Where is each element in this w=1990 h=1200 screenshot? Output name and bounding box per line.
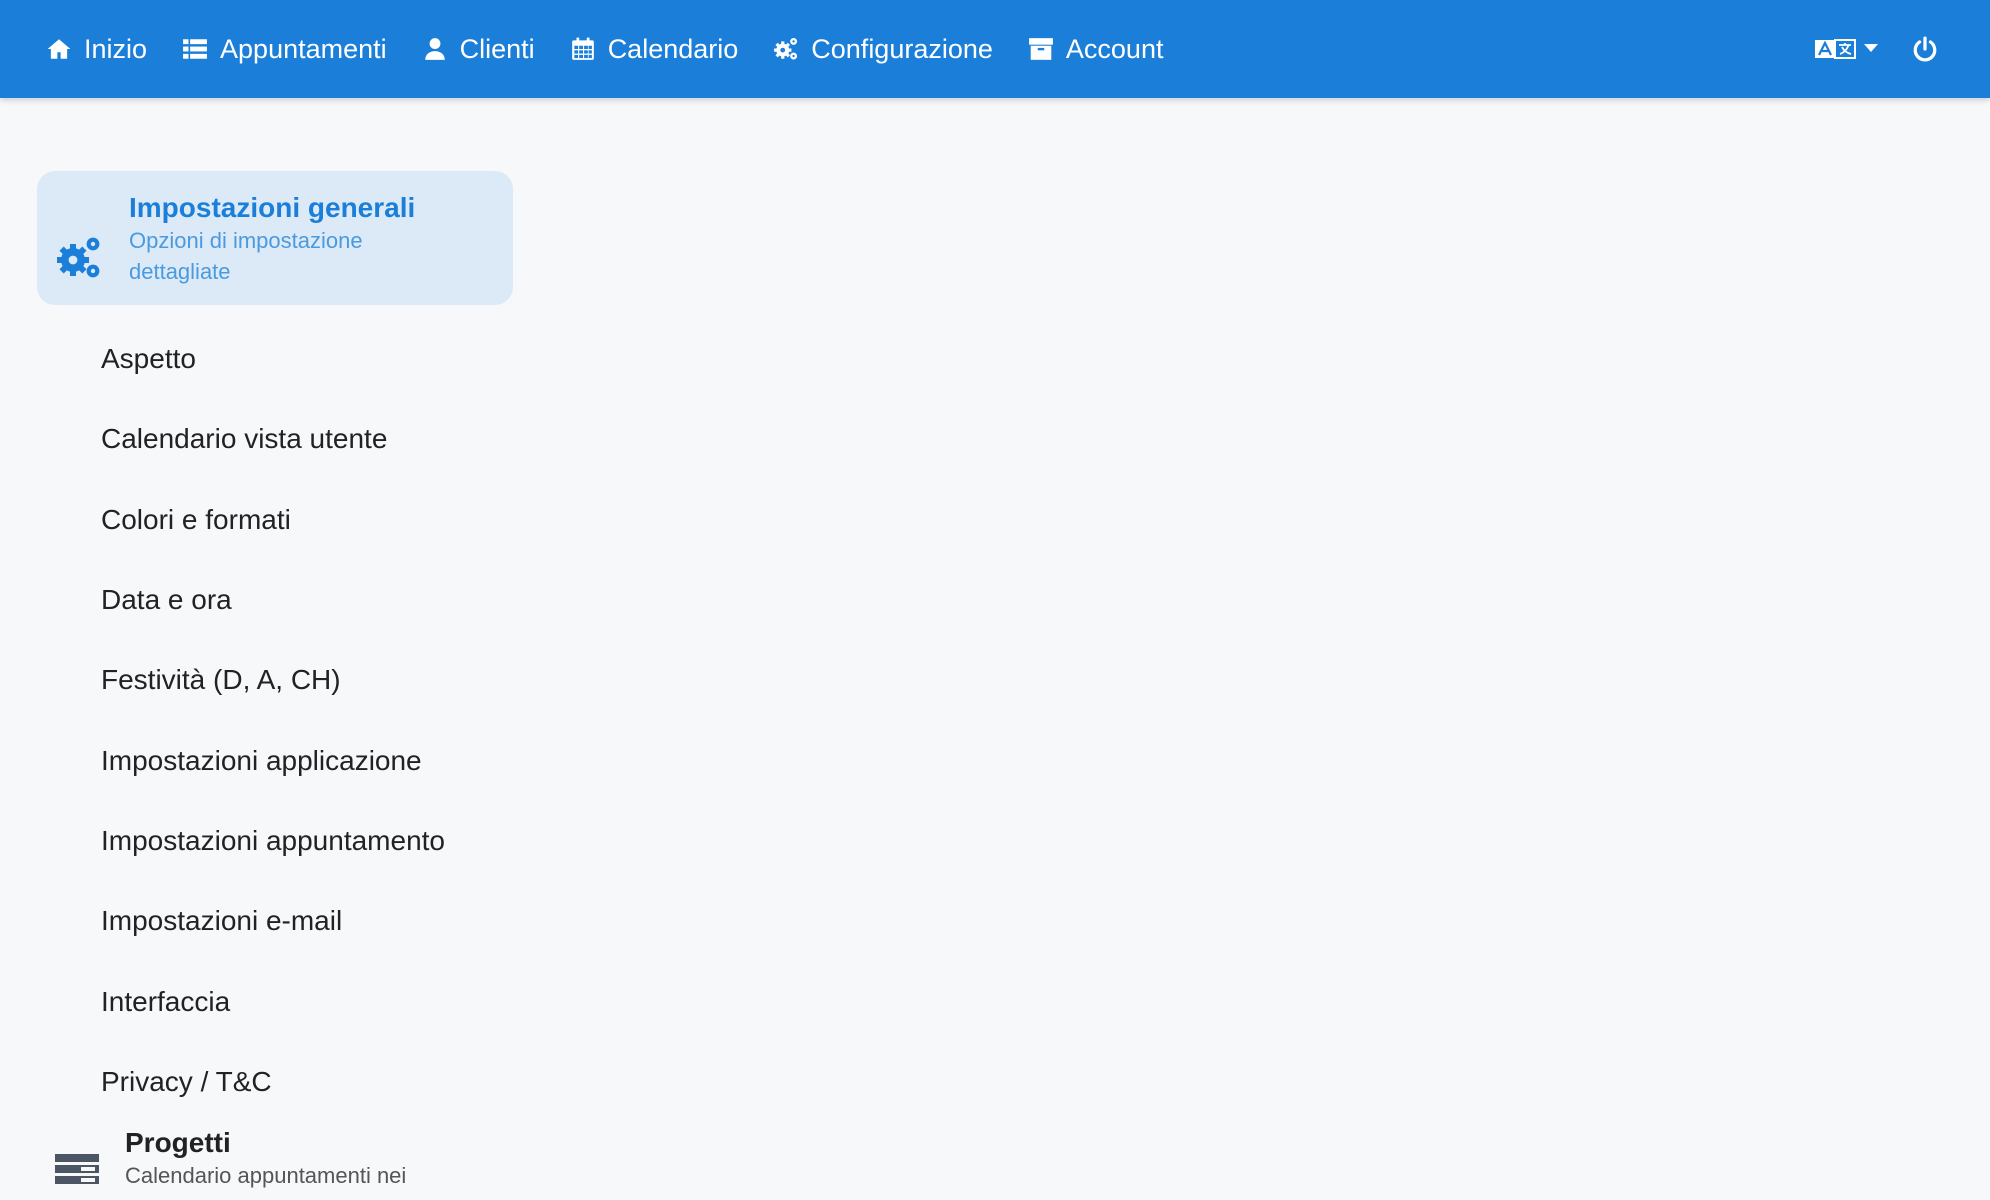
nav-item-appuntamenti[interactable]: Appuntamenti bbox=[182, 0, 387, 98]
nav-right bbox=[1814, 0, 1990, 98]
settings-sidebar: Impostazioni generali Opzioni di imposta… bbox=[37, 171, 513, 1191]
menu-item-festivita[interactable]: Festività (D, A, CH) bbox=[37, 640, 513, 720]
home-icon bbox=[46, 36, 72, 62]
nav-item-account[interactable]: Account bbox=[1028, 0, 1164, 98]
menu-item-aspetto[interactable]: Aspetto bbox=[37, 319, 513, 399]
section-text: Progetti Calendario appuntamenti nei bbox=[125, 1126, 425, 1191]
menu-item-data-e-ora[interactable]: Data e ora bbox=[37, 560, 513, 640]
menu-item-impostazioni-appuntamento[interactable]: Impostazioni appuntamento bbox=[37, 801, 513, 881]
menu-item-impostazioni-applicazione[interactable]: Impostazioni applicazione bbox=[37, 720, 513, 800]
nav-item-calendario[interactable]: Calendario bbox=[570, 0, 739, 98]
section-subtitle: Opzioni di impostazione dettagliate bbox=[129, 228, 363, 284]
menu-item-impostazioni-email[interactable]: Impostazioni e-mail bbox=[37, 881, 513, 961]
section-impostazioni-generali[interactable]: Impostazioni generali Opzioni di imposta… bbox=[37, 171, 513, 305]
nav-item-inizio[interactable]: Inizio bbox=[46, 0, 147, 98]
language-dropdown[interactable] bbox=[1814, 36, 1878, 62]
nav-item-clienti[interactable]: Clienti bbox=[422, 0, 535, 98]
user-icon bbox=[422, 36, 448, 62]
chevron-down-icon bbox=[1864, 41, 1878, 52]
nav-item-label: Appuntamenti bbox=[220, 33, 387, 64]
nav-item-configurazione[interactable]: Configurazione bbox=[773, 0, 993, 98]
section-progetti[interactable]: Progetti Calendario appuntamenti nei bbox=[37, 1126, 513, 1191]
nav-menu: Inizio Appuntamenti Clienti Calendario C… bbox=[46, 0, 1198, 98]
menu-item-privacy[interactable]: Privacy / T&C bbox=[37, 1042, 513, 1122]
section-subtitle: Calendario appuntamenti nei bbox=[125, 1162, 407, 1188]
top-navbar: Inizio Appuntamenti Clienti Calendario C… bbox=[0, 0, 1990, 98]
calendar-icon bbox=[570, 36, 596, 62]
section-title: Impostazioni generali bbox=[129, 192, 416, 223]
nav-item-label: Account bbox=[1065, 33, 1164, 64]
gears-icon bbox=[55, 234, 103, 282]
gears-icon bbox=[773, 36, 799, 62]
section-title: Progetti bbox=[125, 1126, 231, 1158]
settings-menu: Aspetto Calendario vista utente Colori e… bbox=[37, 319, 513, 1122]
language-icon bbox=[1814, 36, 1858, 62]
server-icon bbox=[55, 1153, 99, 1190]
menu-item-calendario-vista-utente[interactable]: Calendario vista utente bbox=[37, 399, 513, 479]
menu-item-colori-e-formati[interactable]: Colori e formati bbox=[37, 480, 513, 560]
section-text: Impostazioni generali Opzioni di imposta… bbox=[129, 191, 429, 287]
nav-item-label: Clienti bbox=[459, 33, 535, 64]
menu-item-interfaccia[interactable]: Interfaccia bbox=[37, 961, 513, 1041]
nav-item-label: Inizio bbox=[84, 33, 148, 64]
list-icon bbox=[182, 36, 208, 62]
nav-item-label: Calendario bbox=[607, 33, 739, 64]
nav-item-label: Configurazione bbox=[811, 33, 993, 64]
power-icon[interactable] bbox=[1912, 36, 1938, 62]
archive-icon bbox=[1028, 36, 1054, 62]
